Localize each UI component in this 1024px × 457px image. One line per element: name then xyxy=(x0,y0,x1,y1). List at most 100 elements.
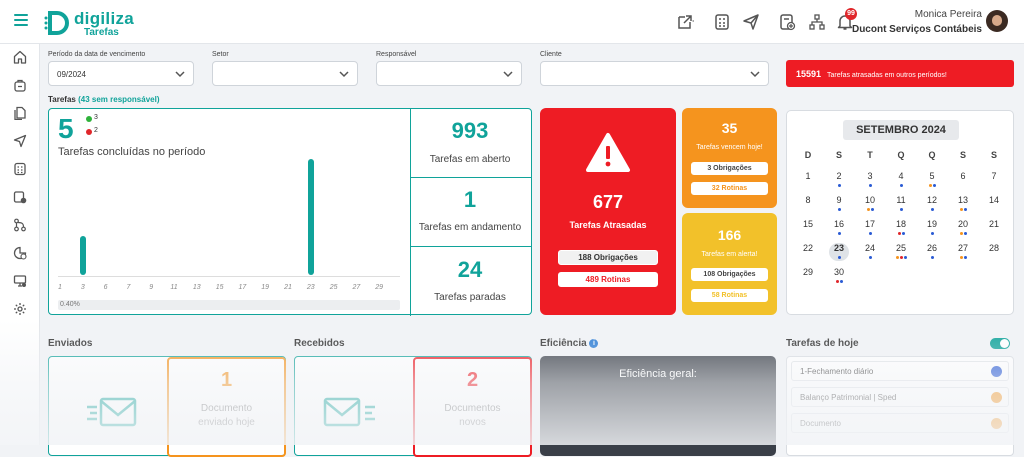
progress-count[interactable]: 1 xyxy=(410,187,530,213)
status-badge xyxy=(991,392,1002,403)
calendar-day[interactable]: 18 xyxy=(891,219,911,237)
calendar-day[interactable]: 24 xyxy=(860,243,880,261)
calendar-day[interactable]: 12 xyxy=(922,195,942,213)
calendar-day[interactable]: 26 xyxy=(922,243,942,261)
calendar-day[interactable]: 7 xyxy=(984,171,1004,189)
red-dot-icon xyxy=(86,129,92,135)
calendar-day[interactable]: 6 xyxy=(953,171,973,189)
list-item[interactable]: Balanço Patrimonial | Sped xyxy=(791,387,1009,407)
received-label-line2: novos xyxy=(459,417,486,428)
sector-select[interactable] xyxy=(212,61,358,86)
calendar-day[interactable]: 30 xyxy=(829,267,849,285)
overdue-card[interactable]: 677 Tarefas Atrasadas 188 Obrigações 489… xyxy=(540,108,676,315)
green-count: 3 xyxy=(94,114,98,121)
calculator-icon[interactable] xyxy=(713,13,731,31)
today-tasks-toggle[interactable] xyxy=(990,338,1010,349)
avatar[interactable] xyxy=(986,10,1008,32)
open-count[interactable]: 993 xyxy=(410,118,530,144)
calendar-day[interactable]: 5 xyxy=(922,171,942,189)
overdue-routines-button[interactable]: 489 Rotinas xyxy=(558,272,658,287)
calendar-day[interactable]: 23 xyxy=(829,243,849,261)
calendar-day[interactable]: 10 xyxy=(860,195,880,213)
overdue-count: 677 xyxy=(592,192,624,212)
info-icon[interactable]: i xyxy=(589,338,599,348)
calendar-day[interactable]: 17 xyxy=(860,219,880,237)
list-item[interactable]: 1-Fechamento diário xyxy=(791,361,1009,381)
chart-bar[interactable] xyxy=(79,236,86,275)
due-today-card[interactable]: 35 Tarefas vencem hoje! 3 Obrigações 32 … xyxy=(682,108,777,208)
stopped-count[interactable]: 24 xyxy=(410,257,530,283)
list-item[interactable]: Documento xyxy=(791,413,1009,433)
flow-icon[interactable] xyxy=(13,218,27,232)
calendar-title[interactable]: SETEMBRO 2024 xyxy=(843,120,959,140)
calendar-day[interactable]: 25 xyxy=(891,243,911,261)
calendar-day[interactable]: 21 xyxy=(984,219,1004,237)
received-count-box[interactable]: 2 Documentos novos xyxy=(413,357,532,457)
settings-icon[interactable] xyxy=(13,302,27,316)
menu-icon[interactable] xyxy=(14,14,28,26)
company-name[interactable]: Ducont Serviços Contábeis xyxy=(852,24,982,35)
brand-logo[interactable]: digiliza Tarefas xyxy=(44,8,164,38)
list-item-label: 1-Fechamento diário xyxy=(800,367,874,376)
calendar-day[interactable]: 8 xyxy=(798,195,818,213)
external-link-icon[interactable] xyxy=(676,13,694,31)
send-icon[interactable] xyxy=(742,13,760,31)
calendar-day[interactable]: 2 xyxy=(829,171,849,189)
sidebar xyxy=(0,44,40,445)
period-select[interactable]: 09/2024 xyxy=(48,61,194,86)
mail-send-icon xyxy=(87,397,137,427)
send-icon[interactable] xyxy=(13,134,27,148)
completed-count: 5 xyxy=(58,113,74,144)
user-name[interactable]: Monica Pereira xyxy=(915,9,982,20)
monitor-icon[interactable] xyxy=(13,274,27,288)
status-badge xyxy=(991,366,1002,377)
chart-tick-label: 19 xyxy=(261,284,270,291)
green-dot-icon xyxy=(86,116,92,122)
late-tasks-alert[interactable]: 15591 Tarefas atrasadas em outros período… xyxy=(786,60,1014,87)
calendar-day[interactable]: 4 xyxy=(891,171,911,189)
due-today-routines-button[interactable]: 32 Rotinas xyxy=(691,182,768,195)
home-icon[interactable] xyxy=(13,50,27,64)
efficiency-title-text: Eficiência xyxy=(540,338,587,349)
chart-bar[interactable] xyxy=(307,159,314,275)
documents-icon[interactable] xyxy=(13,106,27,121)
calculator-icon[interactable] xyxy=(13,162,27,176)
calendar-day[interactable]: 19 xyxy=(922,219,942,237)
client-select[interactable] xyxy=(540,61,769,86)
alert-routines-button[interactable]: 58 Rotinas xyxy=(691,289,768,302)
brand-name: digiliza xyxy=(74,9,135,28)
calendar-day[interactable]: 9 xyxy=(829,195,849,213)
responsible-select[interactable] xyxy=(376,61,522,86)
calendar-day[interactable]: 15 xyxy=(798,219,818,237)
calendar-day[interactable]: 28 xyxy=(984,243,1004,261)
calendar-day[interactable]: 29 xyxy=(798,267,818,285)
top-bar: digiliza Tarefas 99 Monica Pereira Ducon… xyxy=(0,0,1024,44)
calendar-day[interactable]: 16 xyxy=(829,219,849,237)
calendar-day[interactable]: 1 xyxy=(798,171,818,189)
late-tasks-count: 15591 xyxy=(796,69,822,79)
calendar: SETEMBRO 2024 D S T Q Q S S 1 2 3 4 5 6 7 8 9 10 11 12 13 14… xyxy=(786,110,1014,315)
tasks-title-text: Tarefas xyxy=(48,95,76,104)
chart-clock-icon[interactable] xyxy=(13,246,27,260)
calendar-day[interactable]: 14 xyxy=(984,195,1004,213)
bag-icon[interactable] xyxy=(13,78,27,92)
due-today-label: Tarefas vencem hoje! xyxy=(696,144,763,151)
calendar-day[interactable]: 11 xyxy=(891,195,911,213)
calendar-day[interactable]: 3 xyxy=(860,171,880,189)
calendar-day[interactable]: 27 xyxy=(953,243,973,261)
alert-obligations-button[interactable]: 108 Obrigações xyxy=(691,268,768,281)
add-document-icon[interactable] xyxy=(778,13,796,31)
overdue-obligations-button[interactable]: 188 Obrigações xyxy=(558,250,658,265)
calendar-day[interactable]: 22 xyxy=(798,243,818,261)
due-today-obligations-button[interactable]: 3 Obrigações xyxy=(691,162,768,175)
calendar-weekday: D xyxy=(804,150,812,160)
doc-alert-icon[interactable] xyxy=(13,190,27,204)
chart-tick-label: 6 xyxy=(103,284,108,291)
sent-count-box[interactable]: 1 Documento enviado hoje xyxy=(167,357,286,457)
calendar-day[interactable]: 13 xyxy=(953,195,973,213)
calendar-weekday: S xyxy=(990,150,997,160)
alert-tasks-card[interactable]: 166 Tarefas em alerta! 108 Obrigações 58… xyxy=(682,213,777,315)
calendar-day[interactable]: 20 xyxy=(953,219,973,237)
network-icon[interactable] xyxy=(808,13,826,31)
tasks-unassigned[interactable]: (43 sem responsável) xyxy=(78,95,159,104)
